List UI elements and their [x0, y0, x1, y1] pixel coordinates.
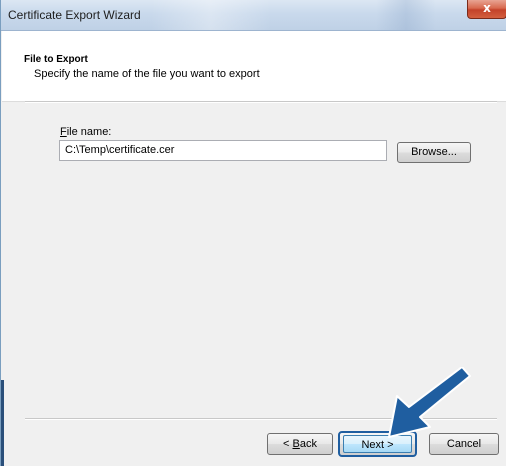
pointer-arrow-shape	[388, 366, 471, 438]
window-left-edge	[1, 380, 4, 466]
title-bar-glare	[376, 0, 436, 30]
wizard-window: Certificate Export Wizard x File to Expo…	[0, 0, 506, 466]
window-title: Certificate Export Wizard	[8, 8, 141, 22]
browse-button[interactable]: Browse...	[397, 142, 471, 163]
close-button[interactable]: x	[467, 0, 506, 19]
page-title: File to Export	[24, 54, 88, 65]
file-name-label: File name:	[60, 126, 111, 138]
page-subtitle: Specify the name of the file you want to…	[34, 68, 260, 80]
header-panel	[2, 31, 506, 102]
back-button-text: ack	[299, 438, 317, 450]
back-button-accelerator: B	[292, 438, 300, 450]
pointer-arrow-graphic	[388, 366, 471, 438]
back-button-prefix: <	[283, 438, 293, 450]
back-button[interactable]: < Back	[267, 433, 333, 455]
header-divider	[25, 101, 497, 103]
close-icon: x	[483, 1, 491, 15]
pointer-arrow-icon	[386, 366, 471, 439]
title-bar[interactable]: Certificate Export Wizard x	[1, 0, 506, 31]
file-name-label-accelerator: F	[60, 126, 67, 138]
file-name-input[interactable]: C:\Temp\certificate.cer	[59, 140, 387, 161]
title-bar-glare	[151, 0, 271, 30]
file-name-label-text: ile name:	[66, 126, 112, 138]
